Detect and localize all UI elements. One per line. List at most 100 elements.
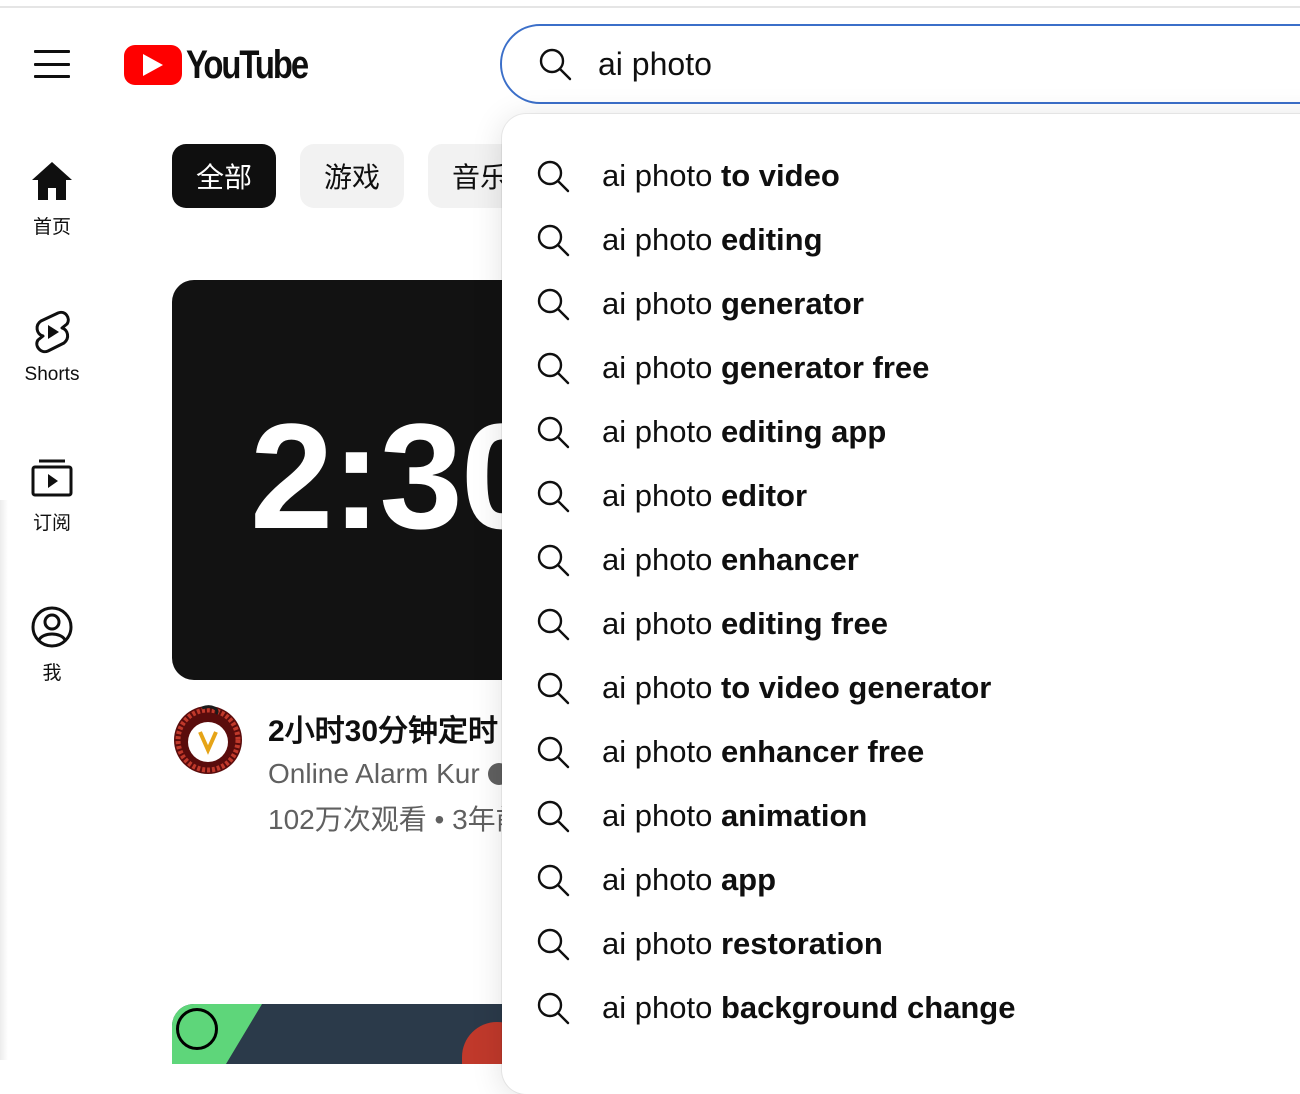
suggestion-text: ai photo generator free — [602, 350, 929, 386]
suggestion-text: ai photo app — [602, 862, 776, 898]
suggestion-typed-prefix: ai photo — [602, 990, 721, 1025]
sidebar-item-label: 我 — [42, 663, 62, 684]
channel-avatar[interactable] — [172, 704, 244, 776]
youtube-logo[interactable]: YouTube — [124, 42, 334, 88]
suggestion-text: ai photo enhancer free — [602, 734, 924, 770]
shorts-icon — [35, 310, 70, 354]
smiley-face-icon — [176, 1008, 218, 1050]
thumbnail-timer-text: 2:30 — [250, 392, 544, 560]
suggestion-text: ai photo editor — [602, 478, 807, 514]
menu-bar — [34, 50, 70, 53]
search-icon — [537, 608, 570, 641]
search-box[interactable] — [500, 24, 1300, 104]
search-icon — [537, 352, 570, 385]
suggestion-completion: editor — [720, 478, 808, 513]
search-suggestions-dropdown: ai photo to video ai photo editing ai phot… — [502, 114, 1300, 1094]
suggestion-typed-prefix: ai photo — [602, 286, 721, 321]
chip-all[interactable]: 全部 — [172, 144, 276, 208]
sidebar-item-label: Shorts — [24, 364, 80, 385]
subscriptions-icon — [31, 459, 73, 497]
search-icon — [537, 480, 570, 513]
suggestion-text: ai photo animation — [602, 798, 867, 834]
channel-name-text: Online Alarm Kur — [268, 758, 480, 789]
logo-text: YouTube — [186, 42, 309, 87]
search-icon — [537, 416, 570, 449]
menu-bar — [34, 62, 70, 66]
sidebar-shadow — [0, 500, 8, 1060]
suggestion-typed-prefix: ai photo — [602, 670, 721, 705]
search-suggestion[interactable]: ai photo restoration — [502, 912, 1300, 976]
suggestion-typed-prefix: ai photo — [602, 158, 721, 193]
video-metadata: 102万次观看 • 3年前 — [268, 804, 524, 835]
search-icon — [537, 672, 570, 705]
suggestion-typed-prefix: ai photo — [602, 542, 721, 577]
top-divider — [0, 6, 1300, 8]
search-icon — [537, 544, 570, 577]
search-suggestion[interactable]: ai photo editor — [502, 464, 1300, 528]
search-suggestion[interactable]: ai photo editing app — [502, 400, 1300, 464]
sidebar-item-label: 订阅 — [32, 513, 71, 534]
suggestion-typed-prefix: ai photo — [602, 734, 721, 769]
chip-games[interactable]: 游戏 — [300, 144, 404, 208]
search-icon — [537, 992, 570, 1025]
suggestion-text: ai photo editing — [602, 222, 823, 258]
video-title[interactable]: 2小时30分钟定时 — [268, 706, 498, 750]
suggestion-typed-prefix: ai photo — [602, 606, 721, 641]
home-icon — [32, 162, 72, 200]
youtube-play-icon — [124, 45, 182, 85]
suggestion-completion: app — [720, 862, 777, 897]
suggestion-completion: editing free — [720, 606, 889, 641]
search-suggestion[interactable]: ai photo enhancer free — [502, 720, 1300, 784]
sidebar-item-shorts[interactable]: Shorts — [0, 310, 104, 386]
suggestion-typed-prefix: ai photo — [602, 222, 721, 257]
search-input[interactable] — [598, 45, 1198, 83]
suggestion-completion: editing — [720, 222, 823, 257]
suggestion-text: ai photo editing app — [602, 414, 886, 450]
search-icon — [537, 736, 570, 769]
channel-name[interactable]: Online Alarm Kur — [268, 758, 510, 790]
search-suggestion[interactable]: ai photo app — [502, 848, 1300, 912]
suggestion-typed-prefix: ai photo — [602, 798, 721, 833]
search-suggestion[interactable]: ai photo generator free — [502, 336, 1300, 400]
search-suggestion[interactable]: ai photo generator — [502, 272, 1300, 336]
suggestion-typed-prefix: ai photo — [602, 862, 721, 897]
sidebar-item-home[interactable]: 首页 — [0, 160, 104, 239]
suggestion-typed-prefix: ai photo — [602, 414, 721, 449]
search-icon — [537, 928, 570, 961]
search-icon — [537, 800, 570, 833]
suggestion-completion: enhancer — [720, 542, 859, 577]
suggestion-typed-prefix: ai photo — [602, 926, 721, 961]
suggestion-completion: enhancer free — [720, 734, 925, 769]
suggestion-text: ai photo editing free — [602, 606, 888, 642]
suggestion-completion: generator — [720, 286, 864, 321]
suggestion-text: ai photo to video — [602, 158, 840, 194]
suggestion-text: ai photo background change — [602, 990, 1015, 1026]
search-icon — [537, 224, 570, 257]
suggestion-completion: background change — [720, 990, 1016, 1025]
suggestion-text: ai photo generator — [602, 286, 864, 322]
suggestion-completion: to video generator — [720, 670, 992, 705]
guide-menu-button[interactable] — [28, 44, 76, 84]
search-suggestion[interactable]: ai photo editing free — [502, 592, 1300, 656]
menu-bar — [34, 75, 70, 78]
suggestion-completion: editing app — [720, 414, 887, 449]
suggestion-completion: generator free — [720, 350, 930, 385]
search-suggestion[interactable]: ai photo editing — [502, 208, 1300, 272]
suggestion-text: ai photo to video generator — [602, 670, 991, 706]
account-icon — [31, 606, 73, 648]
search-icon — [537, 160, 570, 193]
suggestion-text: ai photo enhancer — [602, 542, 859, 578]
sidebar-item-you[interactable]: 我 — [0, 606, 104, 685]
sidebar-item-subscriptions[interactable]: 订阅 — [0, 458, 104, 535]
suggestion-completion: restoration — [720, 926, 883, 961]
suggestion-text: ai photo restoration — [602, 926, 883, 962]
search-suggestion[interactable]: ai photo enhancer — [502, 528, 1300, 592]
suggestion-typed-prefix: ai photo — [602, 478, 721, 513]
search-icon — [539, 48, 572, 81]
suggestion-completion: animation — [720, 798, 868, 833]
search-suggestion[interactable]: ai photo to video — [502, 144, 1300, 208]
search-suggestion[interactable]: ai photo background change — [502, 976, 1300, 1040]
search-icon — [537, 288, 570, 321]
search-suggestion[interactable]: ai photo animation — [502, 784, 1300, 848]
search-suggestion[interactable]: ai photo to video generator — [502, 656, 1300, 720]
